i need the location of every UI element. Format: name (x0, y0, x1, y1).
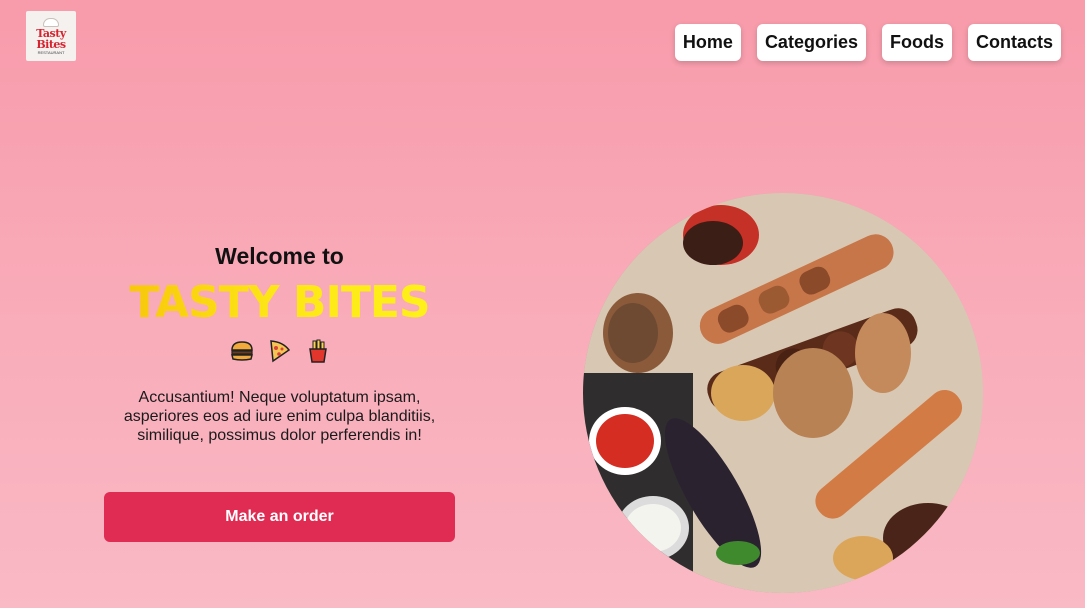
nav-categories-button[interactable]: Categories (756, 24, 866, 61)
pizza-icon (267, 338, 293, 364)
nav-contacts-button[interactable]: Contacts (967, 24, 1061, 61)
nav-home-button[interactable]: Home (674, 24, 741, 61)
hero-text: Welcome to TASTY BITES Accusantium! Nequ… (104, 240, 455, 542)
make-order-button[interactable]: Make an order (104, 492, 455, 542)
food-icons (104, 338, 455, 364)
hero-tagline: Accusantium! Neque voluptatum ipsam, asp… (123, 389, 436, 444)
welcome-heading: Welcome to (215, 243, 344, 269)
logo-text-line1: Tasty (36, 26, 66, 40)
food-platter-image (583, 193, 983, 593)
logo[interactable]: Tasty Bites RESTAURANT (26, 11, 76, 61)
main-nav: Home Categories Foods Contacts (674, 24, 1061, 61)
nav-foods-button[interactable]: Foods (881, 24, 952, 61)
brand-title: TASTY BITES (104, 277, 455, 328)
chef-hat-icon (43, 17, 59, 27)
burger-icon (229, 338, 255, 364)
logo-text-line2: Bites (36, 37, 66, 51)
logo-text-line3: RESTAURANT (37, 49, 65, 55)
fries-icon (305, 338, 331, 364)
